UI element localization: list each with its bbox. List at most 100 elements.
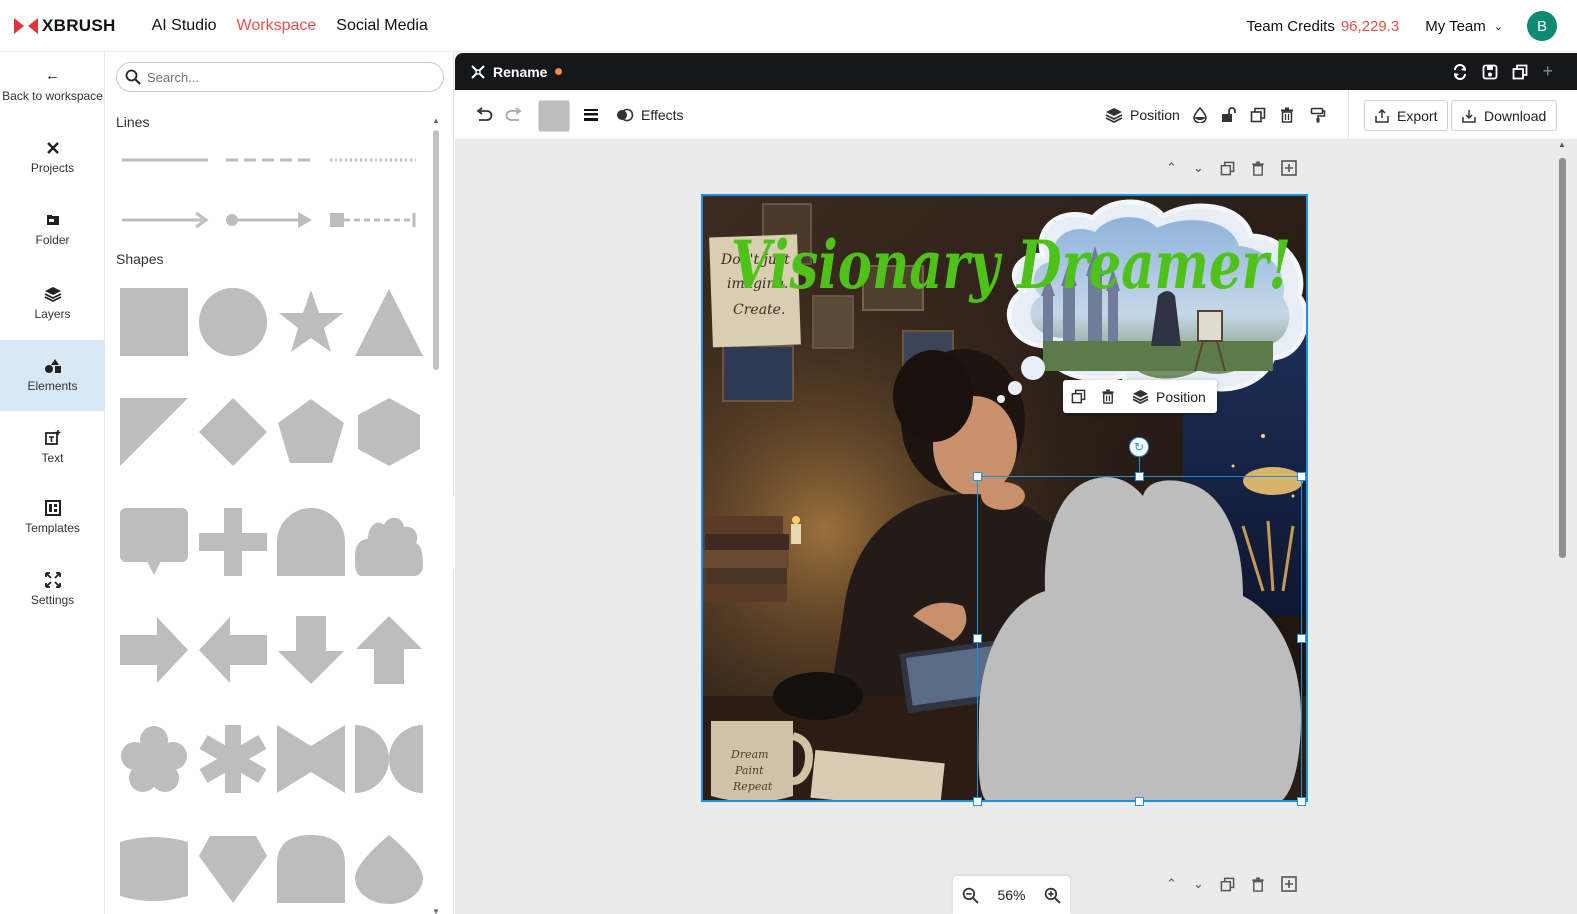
resize-handle-bottom-left[interactable]	[973, 797, 982, 806]
sidebar-item-folder[interactable]: Folder	[0, 210, 105, 250]
opacity-button[interactable]	[1193, 90, 1207, 140]
shape-arrow-up[interactable]	[354, 615, 424, 685]
shape-triangle[interactable]	[354, 287, 424, 357]
sidebar-item-projects[interactable]: Projects	[0, 138, 105, 178]
shape-right-triangle[interactable]	[119, 397, 189, 467]
redo-button[interactable]	[505, 90, 523, 140]
mug-line-3: Repeat	[732, 780, 773, 793]
resize-handle-top-left[interactable]	[973, 472, 982, 481]
canvas-headline[interactable]: Visionary Dreamer!	[731, 226, 1291, 304]
line-arrow[interactable]	[120, 210, 210, 230]
lock-button[interactable]	[1221, 90, 1237, 140]
search-input[interactable]	[147, 69, 427, 85]
delete-page-icon[interactable]	[1251, 876, 1265, 892]
line-square-dashed[interactable]	[328, 210, 418, 230]
shape-speech-bubble[interactable]	[119, 507, 189, 577]
resize-handle-left[interactable]	[973, 634, 982, 643]
shape-diamond[interactable]	[198, 397, 268, 467]
zoom-out-icon[interactable]	[962, 887, 979, 904]
scroll-up-icon[interactable]: ▲	[432, 116, 440, 125]
refresh-icon[interactable]	[1452, 63, 1468, 80]
shape-drop[interactable]	[354, 834, 424, 904]
position-button[interactable]: Position	[1105, 90, 1180, 140]
shape-cylinder[interactable]	[119, 834, 189, 904]
shape-cloud[interactable]	[354, 507, 424, 577]
effects-button[interactable]: Effects	[616, 90, 684, 140]
canvas-scroll-thumb[interactable]	[1559, 158, 1566, 558]
scroll-up-icon[interactable]: ▲	[1558, 140, 1566, 149]
shape-gem[interactable]	[198, 834, 268, 904]
sidebar-item-text[interactable]: Text	[0, 428, 105, 468]
panel-scroll-thumb[interactable]	[433, 130, 439, 370]
resize-handle-top-right[interactable]	[1297, 472, 1306, 481]
shape-arch[interactable]	[276, 507, 346, 577]
panel-scrollbar[interactable]: ▲ ▼	[432, 116, 440, 914]
duplicate-page-icon[interactable]	[1220, 877, 1235, 892]
shape-ribbon[interactable]	[276, 724, 346, 794]
shape-arrow-right[interactable]	[119, 615, 189, 685]
chevron-down-icon[interactable]: ⌄	[1193, 160, 1204, 176]
duplicate-button[interactable]	[1250, 90, 1266, 140]
canvas-scrollbar[interactable]: ▲	[1557, 140, 1567, 914]
chevron-up-icon[interactable]: ⌃	[1166, 160, 1177, 176]
shape-hexagon[interactable]	[354, 397, 424, 467]
scroll-down-icon[interactable]: ▼	[432, 907, 440, 914]
shape-flower[interactable]	[119, 724, 189, 794]
line-weight-button[interactable]	[583, 90, 599, 140]
resize-handle-bottom[interactable]	[1135, 797, 1144, 806]
fill-color-swatch[interactable]	[538, 100, 570, 132]
format-painter-button[interactable]	[1310, 90, 1326, 140]
shape-star[interactable]	[276, 287, 346, 357]
trash-icon[interactable]	[1101, 389, 1115, 404]
brand-logo[interactable]: XBRUSH	[14, 16, 116, 36]
download-button[interactable]: Download	[1451, 100, 1558, 131]
add-page-icon[interactable]: +	[1542, 61, 1553, 82]
duplicate-icon[interactable]	[1071, 389, 1086, 404]
add-page-icon[interactable]	[1281, 160, 1297, 176]
context-position-button[interactable]: Position	[1132, 389, 1206, 405]
line-dashed[interactable]	[224, 150, 314, 170]
document-title[interactable]: Rename	[493, 64, 547, 80]
add-page-icon[interactable]	[1281, 876, 1297, 892]
nav-ai-studio[interactable]: AI Studio	[152, 17, 217, 35]
duplicate-page-icon[interactable]	[1220, 161, 1235, 176]
shape-pentagon[interactable]	[276, 397, 346, 467]
zoom-in-icon[interactable]	[1044, 887, 1061, 904]
sidebar-item-back[interactable]: ← Back to workspace	[0, 66, 105, 106]
user-avatar[interactable]: B	[1527, 11, 1557, 41]
nav-social-media[interactable]: Social Media	[336, 17, 428, 35]
chevron-down-icon[interactable]: ⌄	[1193, 876, 1204, 892]
sidebar-item-settings[interactable]: Settings	[0, 570, 105, 610]
undo-button[interactable]	[475, 90, 493, 140]
line-dotted[interactable]	[328, 150, 418, 170]
shape-asterisk[interactable]	[198, 724, 268, 794]
duplicate-icon[interactable]	[1512, 64, 1528, 80]
shape-rounded-arch[interactable]	[276, 834, 346, 904]
shape-half-moons[interactable]	[354, 724, 424, 794]
shape-arrow-down[interactable]	[276, 615, 346, 685]
design-canvas[interactable]: Don't just imagine. Create. Dream Paint …	[701, 194, 1308, 802]
nav-workspace[interactable]: Workspace	[237, 17, 317, 35]
sidebar-item-templates[interactable]: Templates	[0, 498, 105, 538]
resize-handle-bottom-right[interactable]	[1297, 797, 1306, 806]
shape-arrow-left[interactable]	[198, 615, 268, 685]
sidebar-item-layers[interactable]: Layers	[0, 284, 105, 324]
shape-circle[interactable]	[198, 287, 268, 357]
resize-handle-right[interactable]	[1297, 634, 1306, 643]
shape-cross[interactable]	[198, 507, 268, 577]
chevron-up-icon[interactable]: ⌃	[1166, 876, 1177, 892]
shape-square[interactable]	[119, 287, 189, 357]
line-solid[interactable]	[120, 150, 210, 170]
team-name: My Team	[1425, 17, 1486, 35]
resize-handle-top[interactable]	[1135, 472, 1144, 481]
delete-page-icon[interactable]	[1251, 160, 1265, 176]
save-icon[interactable]	[1482, 64, 1498, 80]
sidebar-item-elements[interactable]: Elements	[0, 340, 105, 411]
line-dot-arrow[interactable]	[224, 210, 314, 230]
folder-icon	[46, 215, 59, 225]
export-button[interactable]: Export	[1364, 100, 1449, 131]
rotate-icon[interactable]: ↻	[1129, 437, 1149, 457]
download-icon	[1462, 109, 1476, 123]
delete-button[interactable]	[1280, 90, 1294, 140]
team-selector[interactable]: My Team ⌄	[1425, 18, 1503, 35]
